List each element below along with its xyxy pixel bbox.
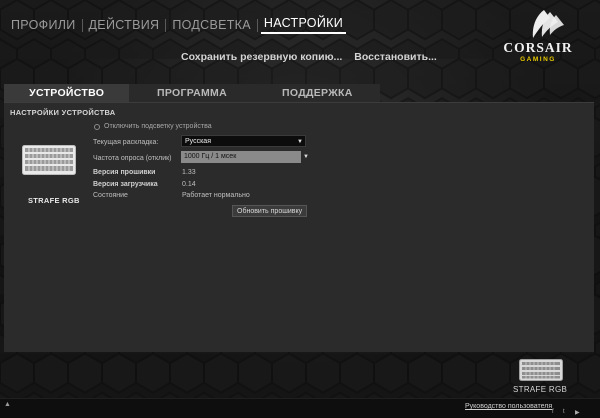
nav-settings[interactable]: НАСТРОЙКИ [260,14,346,34]
firmware-label: Версия прошивки [93,169,156,176]
layout-select[interactable]: Русская ▼ [181,135,306,147]
sails-icon [532,10,564,38]
nav-actions[interactable]: ДЕЙСТВИЯ [86,16,163,34]
bootloader-value: 0.14 [182,181,196,188]
bottom-device-name: STRAFE RGB [513,385,568,394]
twitter-icon[interactable]: t [563,409,565,415]
user-guide-link[interactable]: Руководство пользователя [465,403,552,410]
nav-divider [165,19,167,32]
disable-lighting-label: Отключить подсветку устройства [104,123,212,130]
tab-support[interactable]: ПОДДЕРЖКА [255,84,380,102]
section-title: НАСТРОЙКИ УСТРОЙСТВА [10,108,116,117]
disable-lighting-option[interactable]: Отключить подсветку устройства [94,123,212,130]
main-nav: ПРОФИЛИ ДЕЙСТВИЯ ПОДСВЕТКА НАСТРОЙКИ [8,14,346,34]
keyboard-icon [22,145,76,175]
firmware-value: 1.33 [182,169,196,176]
tab-device[interactable]: УСТРОЙСТВО [4,84,130,102]
polling-value: 1000 Гц / 1 мсек [184,153,237,160]
backup-link[interactable]: Сохранить резервную копию... [181,51,342,63]
nav-lighting[interactable]: ПОДСВЕТКА [169,16,254,34]
status-value: Работает нормально [182,192,250,199]
chevron-down-icon: ▼ [303,154,309,160]
nav-profiles[interactable]: ПРОФИЛИ [8,16,79,34]
logo-brand: CORSAIR [503,40,573,55]
layout-value: Русская [185,138,211,145]
app-window: ПРОФИЛИ ДЕЙСТВИЯ ПОДСВЕТКА НАСТРОЙКИ COR… [0,0,600,418]
nav-divider [256,19,258,32]
layout-label: Текущая раскладка: [93,139,159,146]
polling-label: Частота опроса (отклик) [93,155,172,162]
chevron-down-icon: ▼ [297,139,303,145]
bootloader-label: Версия загрузчика [93,181,158,188]
nav-divider [81,19,83,32]
keyboard-icon[interactable] [519,359,563,381]
device-settings-panel: НАСТРОЙКИ УСТРОЙСТВА STRAFE RGB Отключит… [4,102,594,352]
facebook-icon[interactable]: f [552,409,554,415]
status-label: Состояние [93,192,128,199]
youtube-icon[interactable]: ▶ [575,409,580,416]
device-name: STRAFE RGB [28,196,80,205]
restore-link[interactable]: Восстановить... [354,51,437,63]
disable-lighting-checkbox[interactable] [94,123,100,130]
corsair-logo: CORSAIR GAMING [488,6,588,64]
logo-sub: GAMING [520,56,556,63]
update-firmware-button[interactable]: Обновить прошивку [232,205,308,217]
polling-select[interactable]: 1000 Гц / 1 мсек ▼ [181,151,309,163]
warning-icon[interactable]: ▲ [4,401,11,408]
settings-actions: Сохранить резервную копию... Восстановит… [181,51,437,63]
tab-program[interactable]: ПРОГРАММА [129,84,254,102]
settings-tabs: УСТРОЙСТВО ПРОГРАММА ПОДДЕРЖКА [4,84,380,102]
